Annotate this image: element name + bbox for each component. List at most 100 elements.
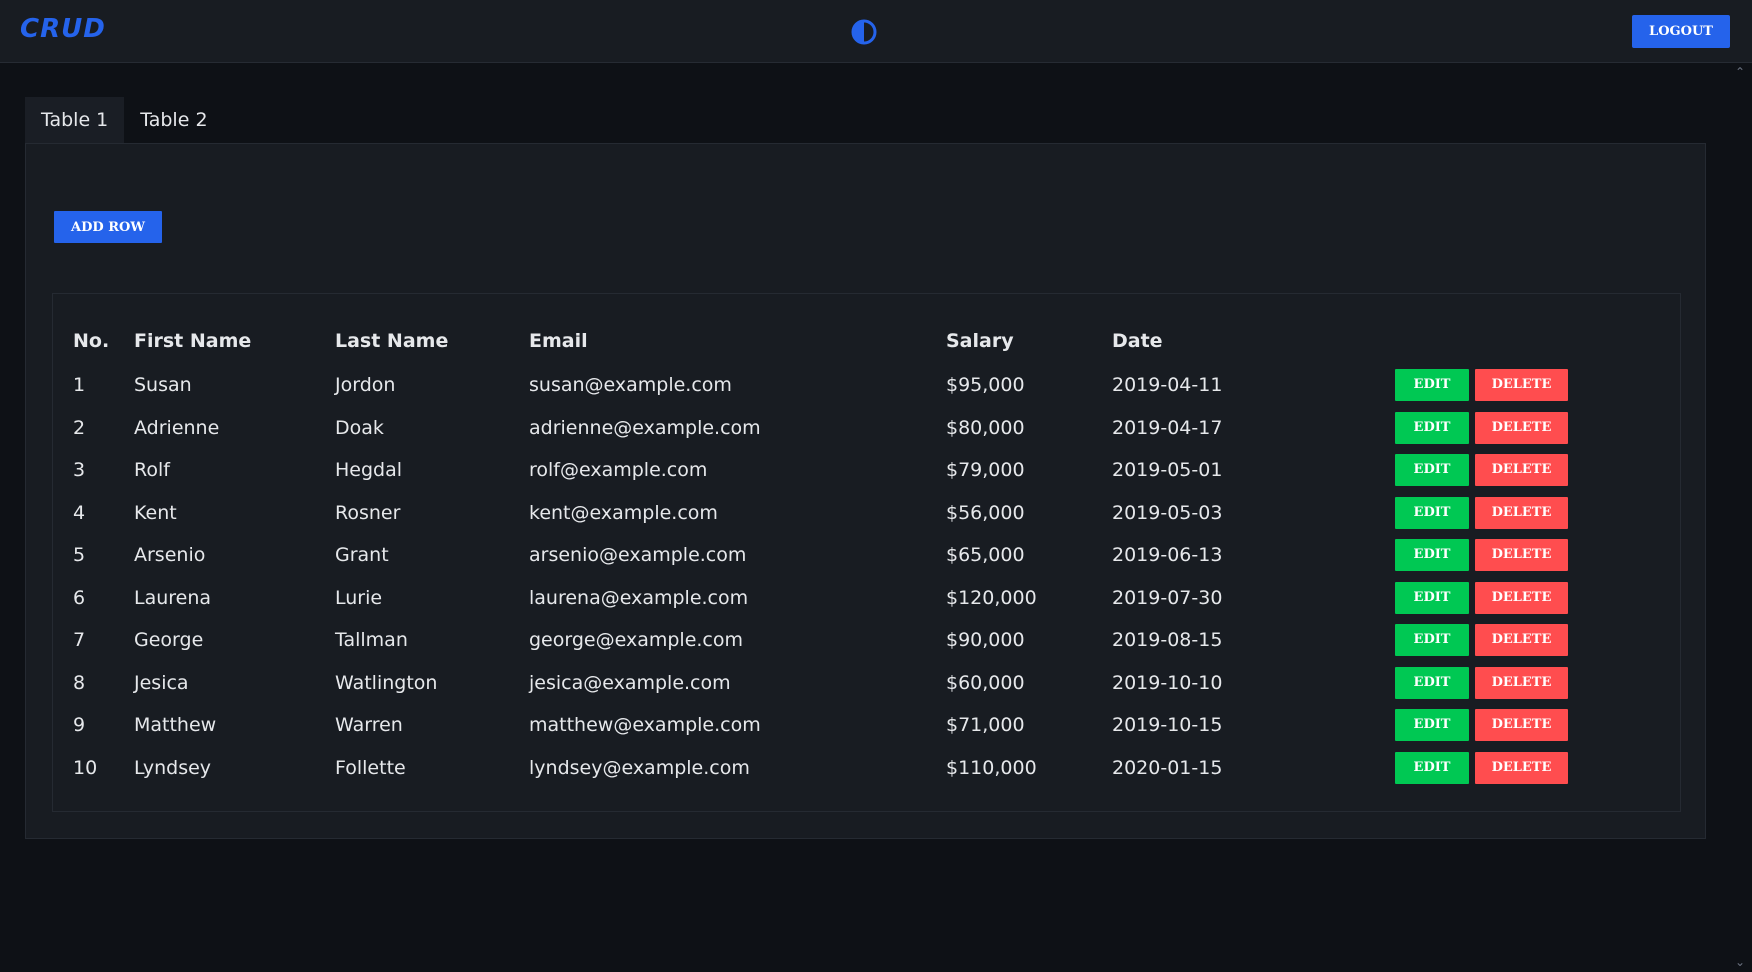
- cell-no: 6: [73, 586, 86, 609]
- cell-email: adrienne@example.com: [529, 416, 761, 439]
- table-row: 10 Lyndsey Follette lyndsey@example.com $110…: [53, 747, 1645, 790]
- delete-button[interactable]: DELETE: [1475, 751, 1568, 784]
- table-row: 8 Jesica Watlington jesica@example.com $60,0…: [53, 662, 1645, 705]
- table-row: 4 Kent Rosner kent@example.com $56,000 2019-0…: [53, 492, 1645, 535]
- table-row: 1 Susan Jordon susan@example.com $95,000 2019…: [53, 364, 1645, 407]
- tab-table-1[interactable]: Table 1: [25, 97, 125, 143]
- table-row: 7 George Tallman george@example.com $90,000 2…: [53, 619, 1645, 662]
- cell-salary: $80,000: [946, 416, 1025, 439]
- cell-first-name: Susan: [134, 374, 192, 397]
- edit-button[interactable]: EDIT: [1395, 411, 1469, 444]
- edit-button[interactable]: EDIT: [1395, 751, 1469, 784]
- cell-first-name: Lyndsey: [134, 756, 212, 779]
- cell-first-name: Adrienne: [134, 416, 220, 439]
- edit-button[interactable]: EDIT: [1395, 539, 1469, 572]
- table-row: 5 Arsenio Grant arsenio@example.com $65,000 2…: [53, 534, 1645, 577]
- cell-actions: EDIT DELETE: [1395, 407, 1645, 450]
- cell-salary: $65,000: [946, 544, 1025, 567]
- cell-no: 1: [73, 374, 86, 397]
- cell-salary: $71,000: [946, 714, 1025, 737]
- cell-salary: $56,000: [946, 501, 1025, 524]
- edit-button[interactable]: EDIT: [1395, 624, 1469, 657]
- delete-button[interactable]: DELETE: [1475, 369, 1568, 402]
- cell-last-name: Hegdal: [335, 459, 403, 482]
- cell-actions: EDIT DELETE: [1395, 747, 1645, 790]
- delete-button[interactable]: DELETE: [1475, 624, 1568, 657]
- half-circle-contrast-icon[interactable]: [850, 18, 878, 46]
- data-table: No. First Name Last Name Email Salary Da…: [53, 318, 1645, 789]
- cell-last-name: Follette: [335, 756, 406, 779]
- chevron-up-icon[interactable]: ⌃: [1732, 64, 1748, 80]
- cell-last-name: Grant: [335, 544, 389, 567]
- delete-button[interactable]: DELETE: [1475, 496, 1568, 529]
- cell-email: lyndsey@example.com: [529, 756, 750, 779]
- cell-date: 2019-08-15: [1112, 629, 1223, 652]
- cell-date: 2019-10-15: [1112, 714, 1223, 737]
- cell-date: 2019-05-03: [1112, 501, 1223, 524]
- tab-panel: ADD ROW No. First Name Last Name Email S…: [25, 143, 1706, 839]
- logout-button[interactable]: LOGOUT: [1632, 15, 1730, 48]
- delete-button[interactable]: DELETE: [1475, 581, 1568, 614]
- cell-salary: $95,000: [946, 374, 1025, 397]
- cell-first-name: Kent: [134, 501, 177, 524]
- cell-actions: EDIT DELETE: [1395, 534, 1645, 577]
- cell-last-name: Rosner: [335, 501, 401, 524]
- edit-button[interactable]: EDIT: [1395, 581, 1469, 614]
- delete-button[interactable]: DELETE: [1475, 709, 1568, 742]
- column-header-first-name: First Name: [134, 330, 252, 352]
- cell-no: 8: [73, 671, 86, 694]
- cell-salary: $90,000: [946, 629, 1025, 652]
- column-header-last-name: Last Name: [335, 330, 449, 352]
- cell-actions: EDIT DELETE: [1395, 449, 1645, 492]
- cell-actions: EDIT DELETE: [1395, 662, 1645, 705]
- chevron-down-icon[interactable]: ⌄: [1732, 954, 1748, 970]
- cell-date: 2019-10-10: [1112, 671, 1223, 694]
- cell-date: 2019-07-30: [1112, 586, 1223, 609]
- table-row: 2 Adrienne Doak adrienne@example.com $80,000…: [53, 407, 1645, 450]
- edit-button[interactable]: EDIT: [1395, 369, 1469, 402]
- delete-button[interactable]: DELETE: [1475, 411, 1568, 444]
- cell-first-name: Laurena: [134, 586, 212, 609]
- cell-email: george@example.com: [529, 629, 744, 652]
- edit-button[interactable]: EDIT: [1395, 454, 1469, 487]
- edit-button[interactable]: EDIT: [1395, 709, 1469, 742]
- cell-first-name: George: [134, 629, 204, 652]
- cell-email: laurena@example.com: [529, 586, 749, 609]
- cell-first-name: Arsenio: [134, 544, 206, 567]
- cell-no: 2: [73, 416, 86, 439]
- cell-no: 7: [73, 629, 86, 652]
- cell-date: 2019-04-11: [1112, 374, 1223, 397]
- cell-last-name: Doak: [335, 416, 384, 439]
- table-row: 3 Rolf Hegdal rolf@example.com $79,000 2019-0…: [53, 449, 1645, 492]
- tab-table-2[interactable]: Table 2: [124, 97, 223, 143]
- cell-actions: EDIT DELETE: [1395, 704, 1645, 747]
- cell-first-name: Rolf: [134, 459, 170, 482]
- cell-no: 10: [73, 756, 98, 779]
- cell-email: jesica@example.com: [529, 671, 731, 694]
- table-body: 1 Susan Jordon susan@example.com $95,000 2019…: [53, 364, 1645, 789]
- delete-button[interactable]: DELETE: [1475, 539, 1568, 572]
- delete-button[interactable]: DELETE: [1475, 454, 1568, 487]
- top-bar: CRUD LOGOUT: [0, 0, 1752, 63]
- edit-button[interactable]: EDIT: [1395, 496, 1469, 529]
- delete-button[interactable]: DELETE: [1475, 666, 1568, 699]
- cell-actions: EDIT DELETE: [1395, 619, 1645, 662]
- tab-bar: Table 1 Table 2: [25, 97, 224, 143]
- cell-last-name: Lurie: [335, 586, 383, 609]
- cell-actions: EDIT DELETE: [1395, 577, 1645, 620]
- cell-email: kent@example.com: [529, 501, 718, 524]
- cell-last-name: Jordon: [335, 374, 396, 397]
- cell-salary: $60,000: [946, 671, 1025, 694]
- cell-email: arsenio@example.com: [529, 544, 747, 567]
- app-logo[interactable]: CRUD: [20, 14, 106, 44]
- cell-email: matthew@example.com: [529, 714, 761, 737]
- table-header-row: No. First Name Last Name Email Salary Da…: [53, 318, 1645, 364]
- column-header-date: Date: [1112, 330, 1163, 352]
- cell-date: 2020-01-15: [1112, 756, 1223, 779]
- cell-no: 9: [73, 714, 86, 737]
- edit-button[interactable]: EDIT: [1395, 666, 1469, 699]
- cell-actions: EDIT DELETE: [1395, 492, 1645, 535]
- cell-no: 3: [73, 459, 86, 482]
- column-header-salary: Salary: [946, 330, 1014, 352]
- add-row-button[interactable]: ADD ROW: [54, 211, 162, 243]
